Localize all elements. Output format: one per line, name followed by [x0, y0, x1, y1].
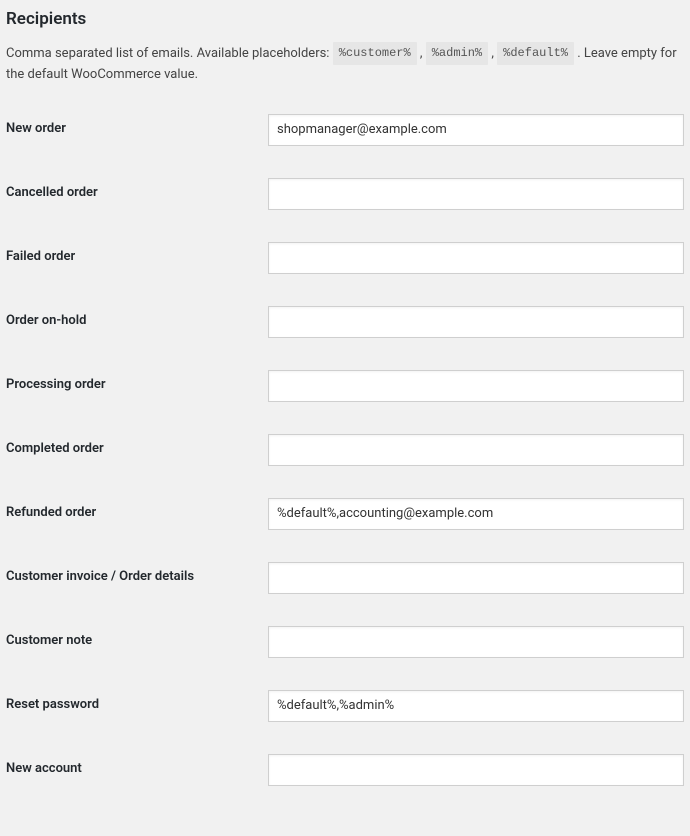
- customer-invoice-label: Customer invoice / Order details: [6, 562, 268, 586]
- reset-password-input[interactable]: [268, 690, 684, 722]
- order-on-hold-input[interactable]: [268, 306, 684, 338]
- section-description: Comma separated list of emails. Availabl…: [6, 42, 684, 86]
- completed-order-input[interactable]: [268, 434, 684, 466]
- new-order-input[interactable]: [268, 114, 684, 146]
- cancelled-order-label: Cancelled order: [6, 178, 268, 202]
- failed-order-label: Failed order: [6, 242, 268, 266]
- customer-note-input[interactable]: [268, 626, 684, 658]
- new-account-label: New account: [6, 754, 268, 778]
- processing-order-input[interactable]: [268, 370, 684, 402]
- completed-order-label: Completed order: [6, 434, 268, 458]
- section-title: Recipients: [6, 8, 684, 32]
- cancelled-order-input[interactable]: [268, 178, 684, 210]
- placeholder-code-admin: %admin%: [426, 42, 488, 65]
- placeholder-code-default: %default%: [497, 42, 574, 65]
- refunded-order-label: Refunded order: [6, 498, 268, 522]
- failed-order-input[interactable]: [268, 242, 684, 274]
- customer-note-label: Customer note: [6, 626, 268, 650]
- new-order-label: New order: [6, 114, 268, 138]
- customer-invoice-input[interactable]: [268, 562, 684, 594]
- order-on-hold-label: Order on-hold: [6, 306, 268, 330]
- desc-text-before: Comma separated list of emails. Availabl…: [6, 46, 333, 61]
- reset-password-label: Reset password: [6, 690, 268, 714]
- placeholder-code-customer: %customer%: [333, 42, 417, 65]
- new-account-input[interactable]: [268, 754, 684, 786]
- refunded-order-input[interactable]: [268, 498, 684, 530]
- processing-order-label: Processing order: [6, 370, 268, 394]
